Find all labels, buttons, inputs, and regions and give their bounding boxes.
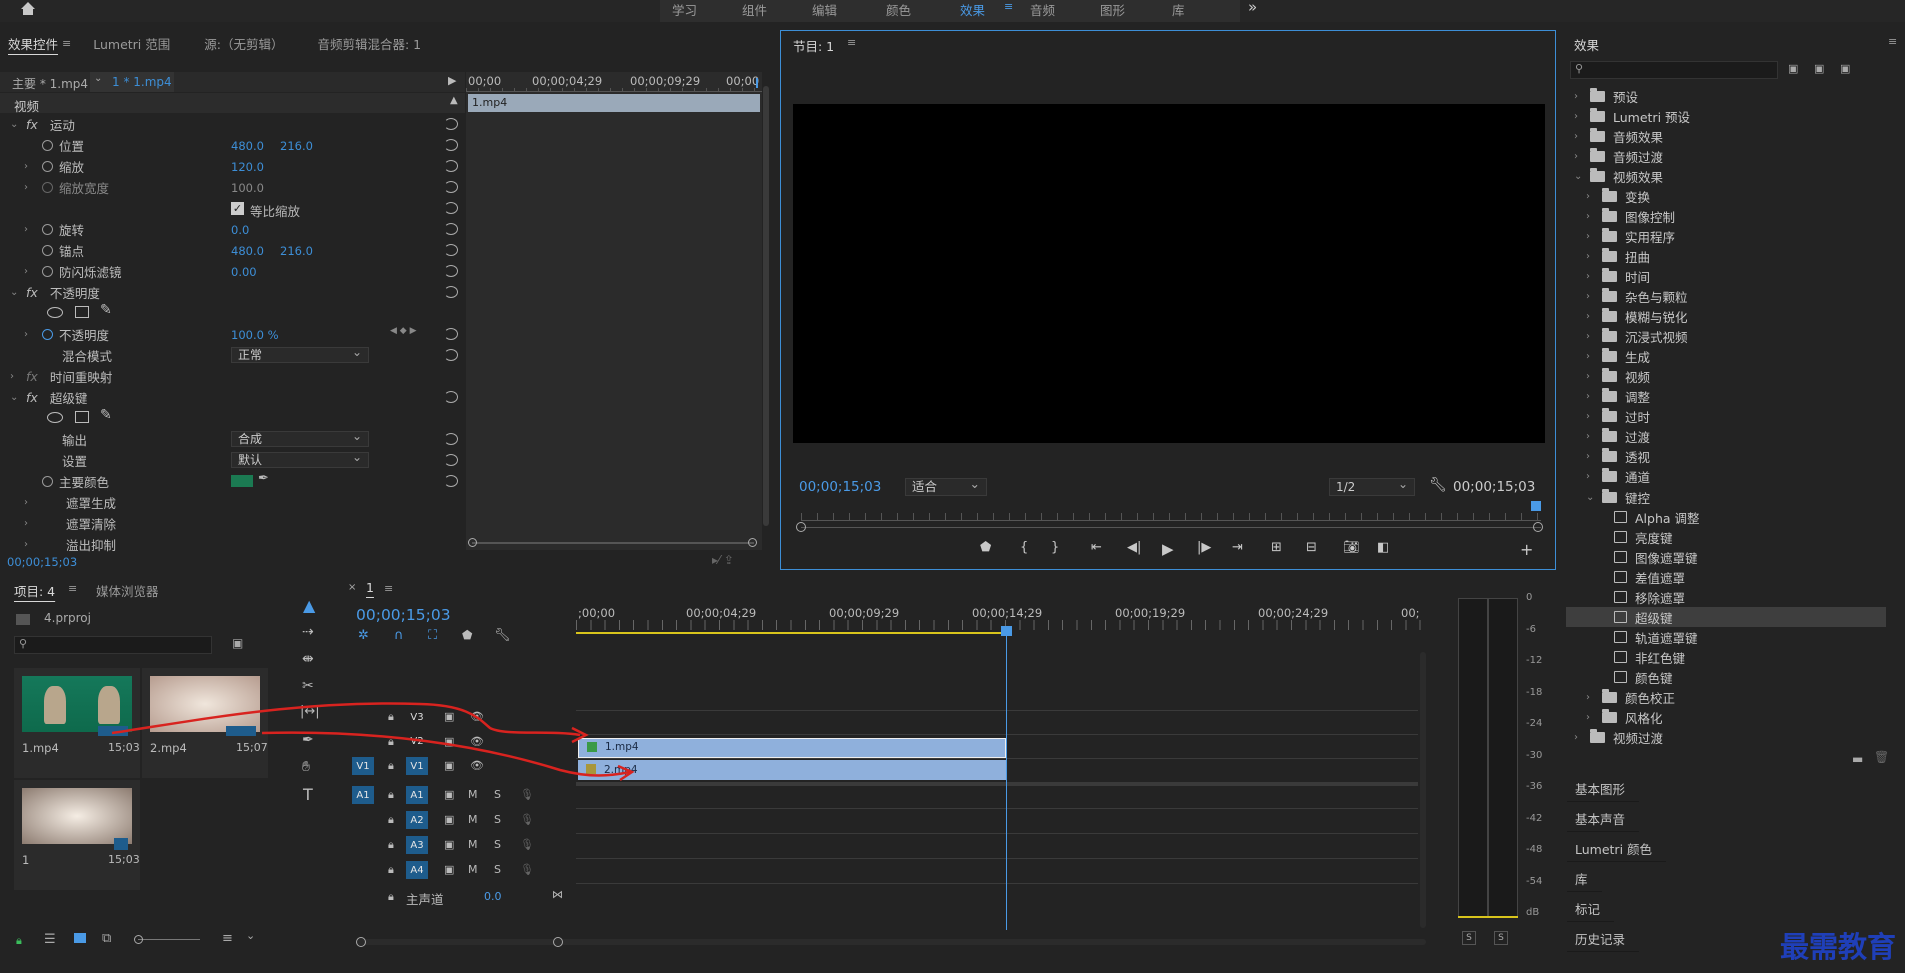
annotation-arrows bbox=[111, 702, 635, 782]
watermark-logo: 最需教育 bbox=[1780, 930, 1897, 964]
